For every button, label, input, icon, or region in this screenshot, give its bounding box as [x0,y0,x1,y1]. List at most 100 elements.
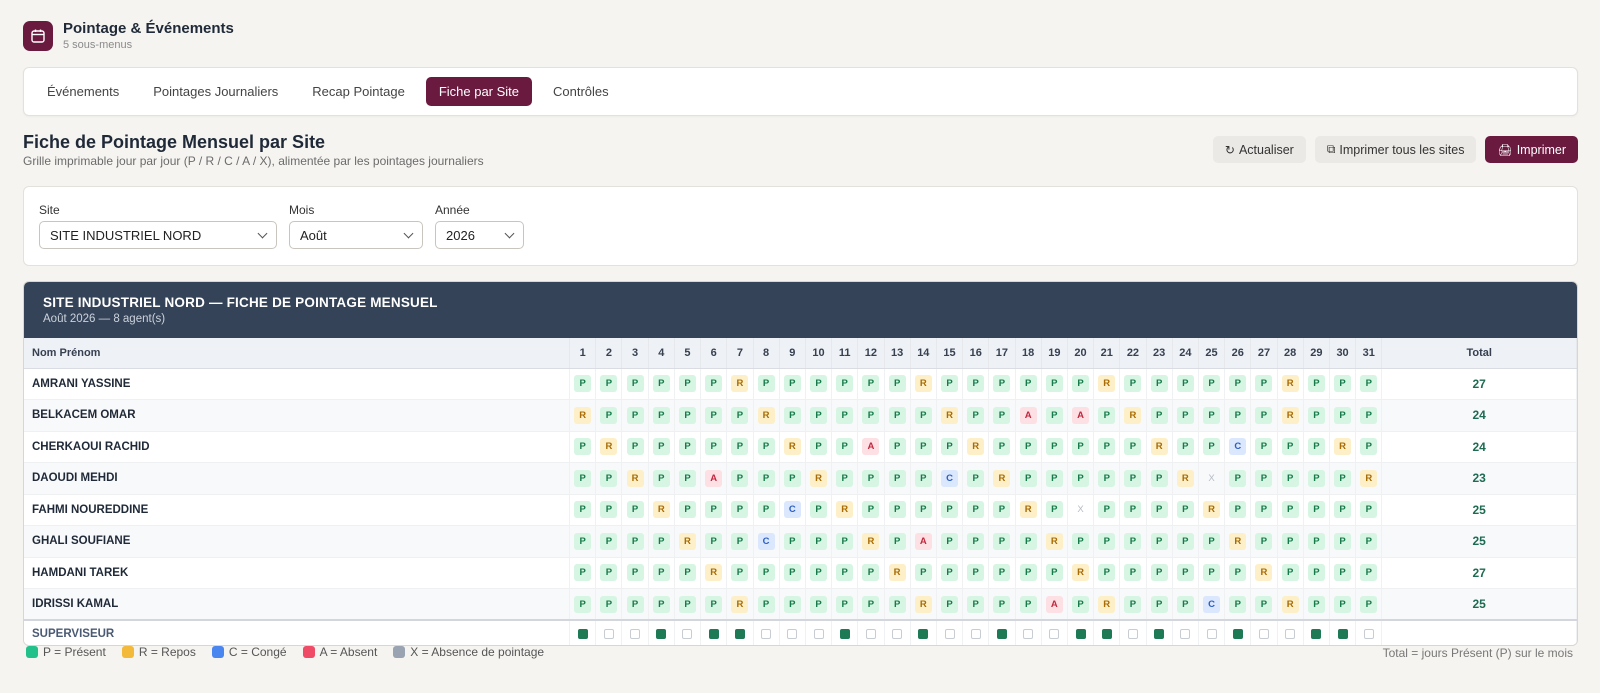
legend-swatch [121,646,134,658]
status-mark-P: P [1229,564,1247,582]
sheet-header: SITE INDUSTRIEL NORD — FICHE DE POINTAGE… [24,282,1577,338]
supervisor-checkbox[interactable] [1075,629,1086,640]
supervisor-checkbox[interactable] [603,629,614,640]
day-cell: P [1224,494,1252,526]
supervisor-checkbox[interactable] [1311,629,1322,640]
day-cell: P [962,368,990,400]
header-day: 3 [621,338,649,369]
supervisor-checkbox[interactable] [630,629,641,640]
supervisor-checkbox[interactable] [813,629,824,640]
refresh-button[interactable]: ↻ Actualiser [1212,136,1306,163]
table-row: DAOUDI MEHDI P P R P P A P P P R P P P P C P R P P P P P P R X P P P… [24,462,1577,495]
supervisor-checkbox[interactable] [865,629,876,640]
supervisor-checkbox[interactable] [734,629,745,640]
supervisor-checkbox[interactable] [1049,629,1060,640]
header-day: 15 [936,338,964,369]
day-cell: C [1224,431,1252,463]
status-mark-P: P [757,595,775,613]
day-cell: R [805,462,833,495]
supervisor-checkbox[interactable] [1258,629,1269,640]
supervisor-checkbox[interactable] [944,629,955,640]
supervisor-checkbox[interactable] [1363,629,1374,640]
supervisor-checkbox[interactable] [1285,629,1296,640]
header-day: 23 [1146,338,1173,369]
status-mark-A: A [862,438,880,456]
day-cell: P [569,588,597,621]
supervisor-checkbox[interactable] [1154,629,1165,640]
supervisor-checkbox[interactable] [577,629,588,640]
tab-controles[interactable]: Contrôles [540,77,622,106]
status-mark-R: R [1019,501,1037,519]
day-cell: R [884,557,911,589]
day-cell: P [1198,368,1226,400]
supervisor-checkbox[interactable] [996,629,1007,640]
supervisor-checkbox[interactable] [1232,629,1243,640]
print-all-button[interactable]: ⧉ Imprimer tous les sites [1314,136,1477,163]
supervisor-checkbox[interactable] [761,629,772,640]
header-day: 2 [595,338,623,369]
day-cell: A [1041,588,1068,621]
day-cell: P [910,462,937,495]
day-cell: P [805,368,833,400]
status-mark-P: P [1176,595,1194,613]
day-cell: P [884,368,911,400]
day-cell: P [648,588,675,621]
month-label: Mois [289,203,315,217]
site-select[interactable]: SITE INDUSTRIEL NORD [39,221,277,249]
month-select[interactable]: Août [289,221,423,249]
tab-evenements[interactable]: Événements [34,77,132,106]
supervisor-checkbox[interactable] [970,629,981,640]
status-mark-P: P [810,595,827,613]
status-mark-P: P [1255,375,1273,393]
supervisor-checkbox[interactable] [1180,629,1191,640]
legend-item-R: R = Repos [121,645,196,659]
day-cell: P [884,399,911,432]
supervisor-checkbox[interactable] [656,629,667,640]
tab-recap-pointage[interactable]: Recap Pointage [299,77,418,106]
day-cell: C [1198,588,1226,621]
supervisor-checkbox[interactable] [1337,629,1348,640]
table-row: BELKACEM OMAR R P P P P P P R P P P P P P R P P A P A P R P P P P P… [24,399,1577,432]
tab-fiche-par-site[interactable]: Fiche par Site [425,77,533,106]
supervisor-cell [621,619,649,645]
supervisor-checkbox[interactable] [1023,629,1034,640]
supervisor-checkbox[interactable] [1101,629,1112,640]
day-cell: P [1146,462,1173,495]
status-mark-P: P [914,564,932,582]
status-mark-P: P [1360,564,1378,582]
legend-label: R = Repos [138,645,196,659]
supervisor-checkbox[interactable] [918,629,929,640]
day-cell: P [726,431,754,463]
status-mark-P: P [1334,532,1352,550]
status-mark-P: P [1098,501,1116,519]
supervisor-checkbox[interactable] [892,629,903,640]
print-button[interactable]: 🖨 Imprimer [1485,136,1578,163]
tab-pointages-journaliers[interactable]: Pointages Journaliers [140,77,291,106]
day-cell: P [1146,557,1173,589]
day-cell: R [1041,525,1068,558]
header-day: 25 [1198,338,1226,369]
day-cell: P [1119,525,1147,558]
day-cell: P [1067,431,1095,463]
supervisor-checkbox[interactable] [682,629,693,640]
sheet-subtitle: Août 2026 — 8 agent(s) [43,313,166,325]
status-mark-P: P [705,406,723,424]
day-cell: R [1198,494,1226,526]
status-mark-P: P [967,595,985,613]
agent-total: 27 [1381,368,1577,400]
status-mark-P: P [1019,532,1037,550]
status-mark-P: P [1098,564,1116,582]
status-mark-P: P [678,375,696,393]
supervisor-checkbox[interactable] [1206,629,1217,640]
day-cell: P [595,557,623,589]
supervisor-checkbox[interactable] [1127,629,1138,640]
day-cell: R [1093,588,1121,621]
supervisor-checkbox[interactable] [839,629,850,640]
day-cell: P [1015,462,1042,495]
legend-item-P: P = Présent [26,645,106,659]
sheet-title: SITE INDUSTRIEL NORD — FICHE DE POINTAGE… [43,295,438,310]
year-select[interactable]: 2026 [435,221,524,249]
supervisor-checkbox[interactable] [708,629,719,640]
supervisor-checkbox[interactable] [787,629,798,640]
day-cell: P [1119,462,1147,495]
